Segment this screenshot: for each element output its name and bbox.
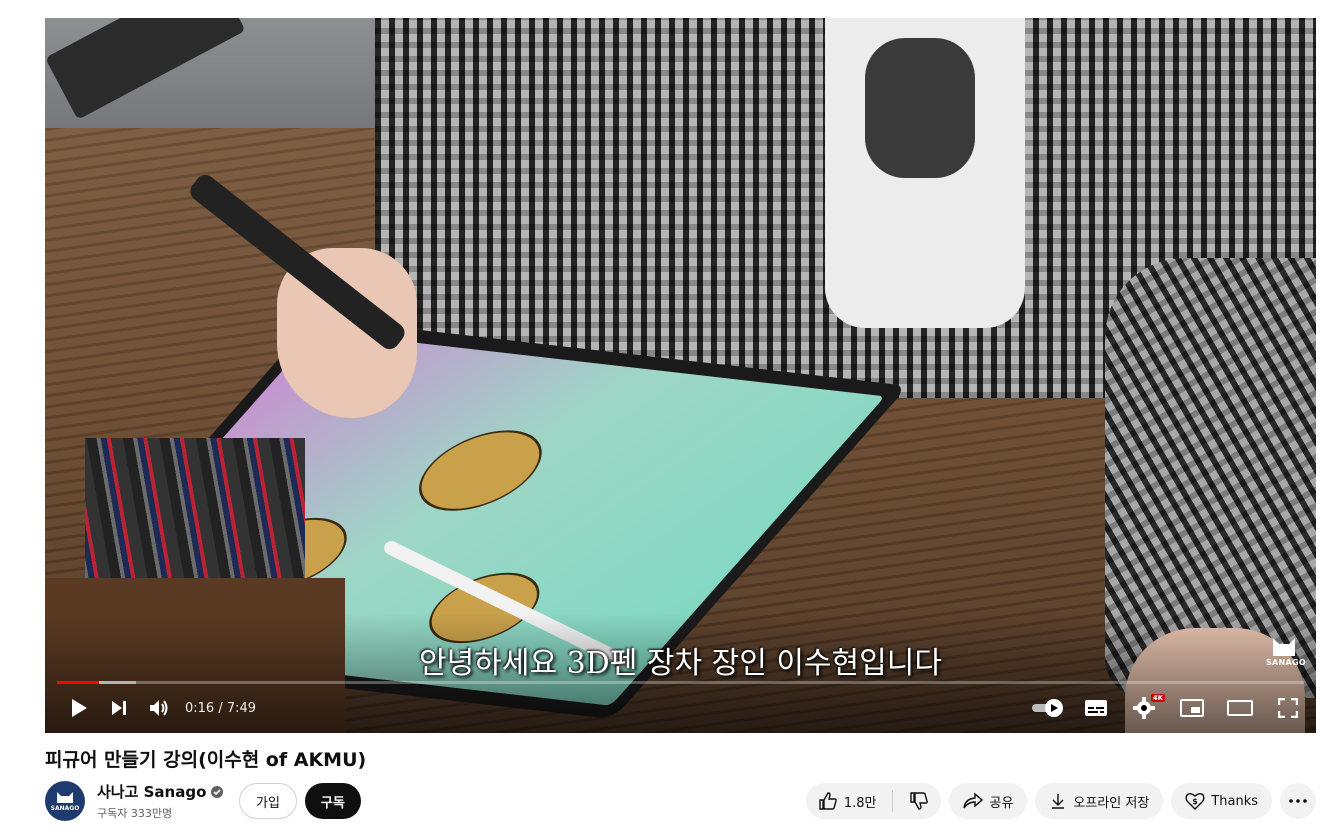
action-bar: 1.8만 공유 오프라인 저장 $ Thanks [805, 783, 1316, 819]
autoplay-toggle[interactable] [1030, 690, 1066, 726]
thanks-label: Thanks [1211, 793, 1258, 809]
dislike-button[interactable] [899, 783, 941, 819]
subtitles-icon [1085, 700, 1107, 716]
cat-logo-icon [1273, 638, 1295, 656]
miniplayer-button[interactable] [1174, 690, 1210, 726]
theater-icon [1227, 700, 1253, 716]
play-icon [72, 699, 87, 717]
caption-text: 안녕하세요 3D펜 장차 장인 이수현입니다 [419, 646, 942, 681]
video-frame [45, 18, 1316, 733]
video-title: 피규어 만들기 강의(이수현 of AKMU) [45, 749, 367, 771]
subscriber-count: 구독자 333만명 [97, 807, 173, 820]
fullscreen-button[interactable] [1270, 690, 1306, 726]
channel-watermark[interactable]: SANAGO [1266, 634, 1307, 667]
skip-next-icon [112, 701, 126, 715]
download-button[interactable]: 오프라인 저장 [1035, 783, 1164, 819]
play-button[interactable] [61, 690, 97, 726]
video-player[interactable]: 안녕하세요 3D펜 장차 장인 이수현입니다 SANAGO 0:16 / 7:4… [45, 18, 1316, 733]
thumbs-down-icon [910, 792, 929, 810]
like-dislike-group: 1.8만 [805, 783, 942, 819]
thumbs-up-icon [819, 792, 837, 810]
theater-mode-button[interactable] [1222, 690, 1258, 726]
svg-text:$: $ [1193, 797, 1199, 806]
volume-button[interactable] [141, 690, 177, 726]
channel-name-text[interactable]: 사나고 Sanago [97, 781, 206, 802]
thanks-button[interactable]: $ Thanks [1171, 783, 1272, 819]
subtitles-button[interactable] [1078, 690, 1114, 726]
download-label: 오프라인 저장 [1073, 795, 1150, 811]
channel-info: 사나고 Sanago 구독자 333만명 [97, 781, 231, 821]
time-display: 0:16 / 7:49 [185, 700, 257, 716]
channel-owner-row: SANAGO 사나고 Sanago 구독자 333만명 가입 구독 [45, 780, 361, 822]
player-controls: 0:16 / 7:49 4K [45, 690, 1316, 726]
cat-logo-icon [57, 792, 73, 803]
miniplayer-icon [1180, 699, 1204, 717]
more-actions-button[interactable] [1280, 783, 1316, 819]
like-divider [892, 790, 894, 812]
progress-played [57, 681, 100, 684]
download-icon [1052, 794, 1065, 809]
subscribe-button[interactable]: 구독 [304, 783, 361, 819]
avatar-text: SANAGO [50, 805, 80, 812]
channel-avatar[interactable]: SANAGO [45, 781, 85, 821]
like-count: 1.8만 [843, 795, 877, 811]
thanks-icon: $ [1185, 793, 1205, 810]
fullscreen-icon [1278, 698, 1298, 718]
share-label: 공유 [989, 795, 1014, 811]
share-button[interactable]: 공유 [949, 783, 1028, 819]
settings-button[interactable]: 4K [1126, 690, 1165, 726]
share-icon [963, 792, 984, 809]
progress-bar[interactable] [57, 681, 1304, 684]
quality-badge: 4K [1150, 694, 1165, 702]
verified-check-icon [211, 785, 224, 798]
autoplay-toggle-icon [1032, 699, 1063, 717]
next-button[interactable] [101, 690, 137, 726]
watermark-text: SANAGO [1266, 658, 1307, 667]
like-button[interactable]: 1.8만 [806, 783, 887, 819]
volume-icon [150, 700, 168, 716]
join-button[interactable]: 가입 [239, 783, 297, 819]
more-horizontal-icon [1289, 799, 1307, 803]
channel-name[interactable]: 사나고 Sanago [97, 781, 231, 802]
